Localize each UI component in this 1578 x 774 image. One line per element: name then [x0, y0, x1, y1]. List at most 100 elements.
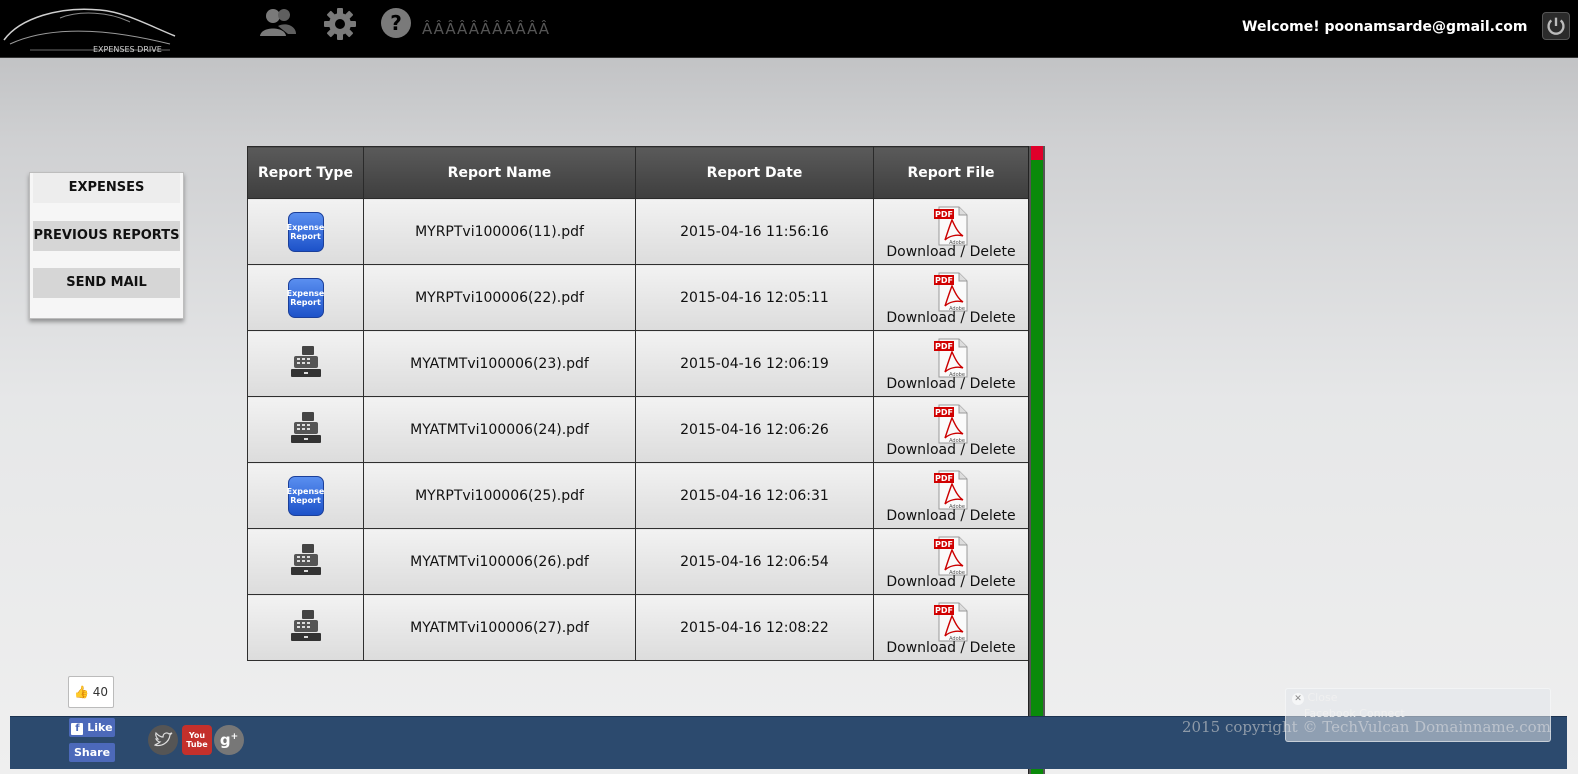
header-report-file[interactable]: Report File	[873, 146, 1029, 199]
report-type-cell: Expense Report	[247, 198, 364, 265]
cash-register-icon	[290, 543, 321, 575]
car-logo[interactable]: EXPENSES DRIVE	[0, 0, 178, 57]
table-row: MYATMTvi100006(23).pdf 2015-04-16 12:06:…	[247, 330, 1029, 397]
report-date-cell: 2015-04-16 12:06:19	[635, 330, 874, 397]
youtube-icon[interactable]: You Tube	[182, 725, 212, 755]
delete-link[interactable]: Delete	[970, 640, 1016, 656]
download-link[interactable]: Download	[886, 376, 956, 392]
delete-link[interactable]: Delete	[970, 244, 1016, 260]
users-icon[interactable]	[258, 6, 298, 42]
help-icon[interactable]: ?	[376, 6, 416, 42]
pdf-badge-text: PDF	[935, 606, 953, 615]
expense-icon-text: Expense Report	[286, 288, 325, 307]
report-file-cell: PDF Adobe Download / Delete	[873, 396, 1029, 463]
report-file-cell: PDF Adobe Download / Delete	[873, 528, 1029, 595]
pdf-badge-text: PDF	[935, 474, 953, 483]
pdf-icon[interactable]: PDF Adobe	[933, 206, 969, 246]
delete-link[interactable]: Delete	[970, 310, 1016, 326]
facebook-share-button[interactable]: Share	[69, 743, 115, 762]
report-name-cell: MYRPTvi100006(22).pdf	[363, 264, 636, 331]
header-report-name[interactable]: Report Name	[363, 146, 636, 199]
cash-register-icon	[290, 345, 321, 377]
delete-link[interactable]: Delete	[970, 508, 1016, 524]
report-file-cell: PDF Adobe Download / Delete	[873, 594, 1029, 661]
table-row: Expense Report MYRPTvi100006(22).pdf 201…	[247, 264, 1029, 331]
report-name-cell: MYATMTvi100006(24).pdf	[363, 396, 636, 463]
report-name-cell: MYATMTvi100006(26).pdf	[363, 528, 636, 595]
report-type-cell	[247, 594, 364, 661]
popup-title: Facebook Connect	[1304, 707, 1405, 720]
menu-item-previous-reports[interactable]: PREVIOUS REPORTS	[33, 221, 180, 251]
twitter-icon[interactable]	[148, 725, 178, 755]
reports-table: Report Type Report Name Report Date Repo…	[247, 146, 1029, 661]
table-row: Expense Report MYRPTvi100006(25).pdf 201…	[247, 462, 1029, 529]
expense-icon-text: Expense Report	[286, 486, 325, 505]
delete-link[interactable]: Delete	[970, 442, 1016, 458]
report-file-cell: PDF Adobe Download / Delete	[873, 198, 1029, 265]
table-row: MYATMTvi100006(26).pdf 2015-04-16 12:06:…	[247, 528, 1029, 595]
google-plus-icon[interactable]: g+	[214, 725, 244, 755]
pdf-badge-text: PDF	[935, 342, 953, 351]
garbled-title: ÂÂÂÂÂÂÂÂÂÂÂ	[422, 20, 551, 38]
pdf-icon[interactable]: PDF Adobe	[933, 536, 969, 576]
pdf-icon[interactable]: PDF Adobe	[933, 602, 969, 642]
download-link[interactable]: Download	[886, 574, 956, 590]
action-separator: /	[955, 441, 970, 458]
header-report-date[interactable]: Report Date	[635, 146, 874, 199]
report-name-cell: MYRPTvi100006(11).pdf	[363, 198, 636, 265]
pdf-icon[interactable]: PDF Adobe	[933, 404, 969, 444]
svg-text:?: ?	[390, 11, 402, 35]
pdf-icon[interactable]: PDF Adobe	[933, 338, 969, 378]
report-type-cell	[247, 396, 364, 463]
facebook-like-button[interactable]: f Like	[69, 718, 115, 737]
logout-button[interactable]	[1542, 12, 1570, 40]
action-separator: /	[955, 243, 970, 260]
download-link[interactable]: Download	[886, 640, 956, 656]
top-bar: EXPENSES DRIVE ? ÂÂÂÂÂÂÂÂÂÂÂ Welcome! po…	[0, 0, 1578, 58]
menu-item-expenses[interactable]: EXPENSES	[33, 173, 180, 203]
header-report-type[interactable]: Report Type	[247, 146, 364, 199]
report-date-cell: 2015-04-16 12:06:26	[635, 396, 874, 463]
thumbs-up-icon: 👍	[73, 685, 89, 699]
close-icon: ✕	[1292, 693, 1304, 705]
menu-item-send-mail[interactable]: SEND MAIL	[33, 268, 180, 298]
file-actions: Download / Delete	[875, 310, 1027, 326]
pdf-badge-text: PDF	[935, 540, 953, 549]
file-actions: Download / Delete	[875, 640, 1027, 656]
action-separator: /	[955, 507, 970, 524]
report-name-cell: MYATMTvi100006(27).pdf	[363, 594, 636, 661]
cash-register-icon	[290, 411, 321, 443]
action-separator: /	[955, 639, 970, 656]
delete-link[interactable]: Delete	[970, 574, 1016, 590]
scrollbar-thumb[interactable]	[1031, 160, 1043, 774]
expense-report-icon: Expense Report	[286, 277, 325, 318]
pdf-badge-text: PDF	[935, 408, 953, 417]
download-link[interactable]: Download	[886, 244, 956, 260]
pdf-badge-text: PDF	[935, 210, 953, 219]
scrollbar-up-cap[interactable]	[1031, 146, 1043, 160]
file-actions: Download / Delete	[875, 244, 1027, 260]
download-link[interactable]: Download	[886, 310, 956, 326]
download-link[interactable]: Download	[886, 508, 956, 524]
report-date-cell: 2015-04-16 12:06:54	[635, 528, 874, 595]
pdf-icon[interactable]: PDF Adobe	[933, 470, 969, 510]
like-count: 40	[92, 685, 109, 699]
report-type-cell	[247, 330, 364, 397]
like-count-box: 👍 40	[68, 676, 114, 708]
report-file-cell: PDF Adobe Download / Delete	[873, 462, 1029, 529]
pdf-icon[interactable]: PDF Adobe	[933, 272, 969, 312]
popup-close-label: Close	[1307, 691, 1338, 704]
power-icon	[1547, 17, 1565, 35]
report-name-cell: MYATMTvi100006(23).pdf	[363, 330, 636, 397]
vertical-scrollbar[interactable]	[1028, 146, 1045, 774]
report-file-cell: PDF Adobe Download / Delete	[873, 264, 1029, 331]
table-row: MYATMTvi100006(24).pdf 2015-04-16 12:06:…	[247, 396, 1029, 463]
gear-icon[interactable]	[320, 6, 360, 42]
popup-close-button[interactable]: ✕ Close	[1292, 691, 1337, 705]
download-link[interactable]: Download	[886, 442, 956, 458]
delete-link[interactable]: Delete	[970, 376, 1016, 392]
facebook-connect-popup: ✕ Close Facebook Connect	[1285, 688, 1551, 742]
file-actions: Download / Delete	[875, 442, 1027, 458]
action-separator: /	[955, 309, 970, 326]
cash-register-icon	[290, 609, 321, 641]
